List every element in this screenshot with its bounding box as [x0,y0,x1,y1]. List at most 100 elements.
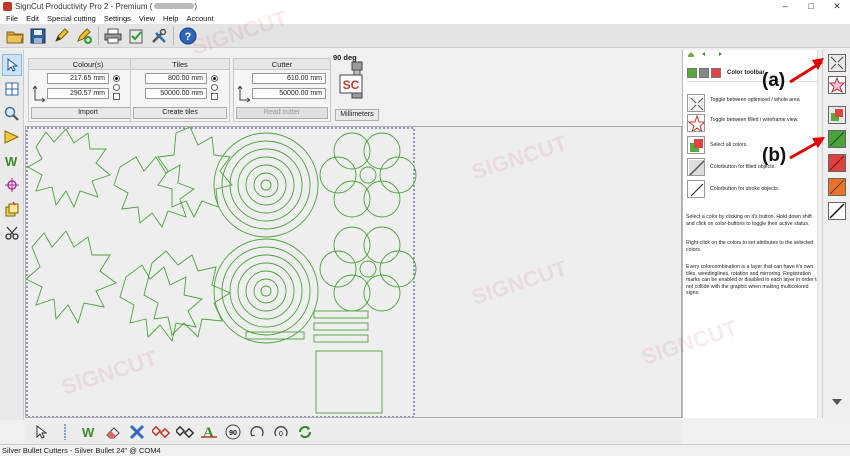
color-swatch-icon [711,67,721,78]
cutter-width-field[interactable]: 610.00 mm [252,73,326,84]
link-black-icon[interactable] [175,422,195,442]
units-button[interactable]: Millimeters [335,109,379,121]
forward-icon[interactable] [715,51,723,57]
delete-x-icon[interactable] [127,422,147,442]
select-arrow-icon[interactable] [1,54,22,76]
tiles-lock-radio[interactable] [211,84,218,91]
orange-color-button[interactable] [828,178,846,196]
optimize-toggle-button[interactable] [828,54,846,72]
select-all-colors-button[interactable] [828,106,846,124]
stack-icon[interactable] [2,198,22,220]
tools-icon[interactable] [148,25,170,47]
left-toolbar: W [0,50,24,420]
tiles-width-radio[interactable] [211,75,218,82]
text-a-icon[interactable]: A [199,422,219,442]
separator-icon [55,422,75,442]
black-stroke-color-button[interactable] [828,202,846,220]
home-icon[interactable] [687,51,695,57]
select-arrow-icon[interactable] [31,422,51,442]
tiles-group-title: Tiles [131,59,229,70]
menu-special-cutting[interactable]: Special cutting [47,14,96,23]
stroke-color-button-icon [687,180,705,198]
colours-height-field[interactable]: 290.57 mm [47,88,109,99]
menu-settings[interactable]: Settings [104,14,131,23]
zoom-icon[interactable] [2,102,22,124]
menu-edit[interactable]: Edit [26,14,39,23]
help-nav [683,50,822,58]
colours-width-field[interactable]: 217.65 mm [47,73,109,84]
colours-height-checkbox[interactable] [113,93,120,100]
optimize-toggle-icon [687,94,705,112]
pen-add-icon[interactable] [73,25,95,47]
back-icon[interactable] [701,51,709,57]
help-header: Color toolbar [687,64,819,82]
color-swatch-icon [687,67,697,78]
maximize-button[interactable]: □ [798,0,824,12]
colours-width-radio[interactable] [113,75,120,82]
pen-icon[interactable] [50,25,72,47]
menu-account[interactable]: Account [186,14,213,23]
leaf-shape [157,127,233,219]
help-icon[interactable]: ? [177,25,199,47]
status-bar: Silver Bullet Cutters - Silver Bullet 24… [0,444,850,456]
clipboard-check-icon[interactable] [125,25,147,47]
tiles-height-checkbox[interactable] [211,93,218,100]
window-title: SignCut Productivity Pro 2 - Premium ( [15,1,153,11]
printer-icon[interactable] [102,25,124,47]
tiles-width-field[interactable]: 800.00 mm [145,73,207,84]
color-toolbar [822,50,850,418]
tiles-height-field[interactable]: 50000.00 mm [145,88,207,99]
help-paragraph: Right-click on the colors to set attribu… [686,240,814,253]
refresh-green-icon[interactable] [295,422,315,442]
app-logo-icon [3,1,12,11]
scissors-icon[interactable] [2,222,22,244]
ruler-icon[interactable] [2,126,22,148]
flower-shape [319,132,417,218]
open-folder-icon[interactable] [4,25,26,47]
help-title: Color toolbar [727,69,765,76]
close-button[interactable]: ✕ [824,0,850,12]
rectangle-shape [315,350,383,414]
grid-icon[interactable] [2,78,22,100]
xy-axes-icon [237,85,251,103]
minimize-button[interactable]: – [772,0,798,12]
menu-help[interactable]: Help [163,14,178,23]
eraser-icon[interactable] [103,422,123,442]
design-canvas[interactable] [25,126,682,418]
save-icon[interactable] [27,25,49,47]
help-item: Select all colors. [687,136,819,154]
svg-text:W: W [5,154,18,168]
help-item: Colorbutton for stroke objects. [687,180,819,198]
help-paragraph: Select a color by clicking on it's butto… [686,214,812,227]
rotate-90-icon[interactable]: 90 [223,422,243,442]
rotate-angle-icon[interactable] [247,422,267,442]
svg-text:0: 0 [279,431,283,438]
crosshair-icon[interactable] [2,174,22,196]
help-item: Toggle between filled / wireframe view. [687,114,819,132]
rotation-logo-icon[interactable]: SC [339,61,375,103]
weed-w-icon[interactable]: W [2,150,22,172]
weed-w-icon[interactable]: W [79,422,99,442]
leaf-shape [27,128,111,209]
bottom-toolbar: W A 90 0 [25,420,682,444]
red-color-button[interactable] [828,154,846,172]
import-button[interactable]: Import [31,107,145,119]
cutter-group-title: Cutter [234,59,330,70]
menu-bar: File Edit Special cutting Settings View … [0,12,850,24]
link-red-icon[interactable] [151,422,171,442]
help-item: Toggle between optimized / whole area [687,94,819,112]
rotate-zero-icon[interactable]: 0 [271,422,291,442]
create-tiles-button[interactable]: Create tiles [133,107,227,119]
help-panel: Color toolbar Toggle between optimized /… [682,50,822,418]
strip-shape [245,331,305,340]
scroll-down-icon[interactable] [829,396,845,410]
cutter-height-field[interactable]: 50000.00 mm [252,88,326,99]
xy-axes-icon [32,85,46,103]
read-cutter-button[interactable]: Read cutter [236,107,328,119]
menu-file[interactable]: File [6,14,18,23]
select-all-colors-icon [687,136,705,154]
wireframe-toggle-button[interactable] [828,76,846,94]
menu-view[interactable]: View [139,14,155,23]
green-color-button[interactable] [828,130,846,148]
colours-lock-radio[interactable] [113,84,120,91]
